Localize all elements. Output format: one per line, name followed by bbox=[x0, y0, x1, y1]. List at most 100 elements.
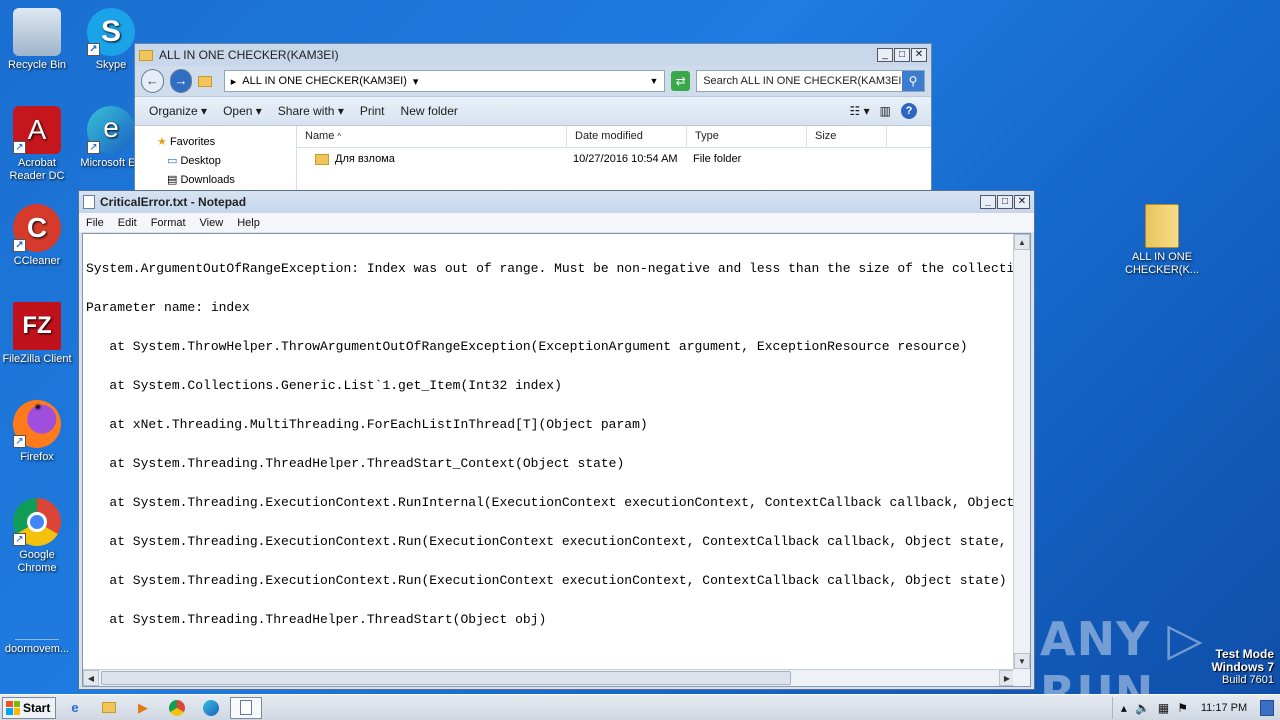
table-row[interactable]: Для взлома 10/27/2016 10:54 AM File fold… bbox=[297, 148, 931, 170]
network-icon[interactable]: ▦ bbox=[1158, 701, 1169, 715]
breadcrumb: ALL IN ONE CHECKER(KAM3EI) bbox=[242, 75, 407, 87]
scroll-thumb[interactable] bbox=[101, 671, 791, 685]
system-tray: ▴ 🔈 ▦ ⚑ 11:17 PM bbox=[1111, 696, 1280, 719]
scroll-up-icon[interactable]: ▲ bbox=[1014, 234, 1030, 250]
maximize-button[interactable]: □ bbox=[997, 195, 1013, 209]
nav-item-desktop[interactable]: ▭ Desktop bbox=[135, 151, 296, 170]
text-line: at System.Threading.ExecutionContext.Run… bbox=[86, 573, 1007, 588]
scroll-left-icon[interactable]: ◀ bbox=[83, 670, 99, 686]
desktop-icon-chrome[interactable]: ↗ Google Chrome bbox=[0, 498, 74, 575]
search-icon[interactable]: ⚲ bbox=[901, 71, 924, 91]
shortcut-arrow-icon: ↗ bbox=[87, 141, 100, 154]
share-with-button[interactable]: Share with ▾ bbox=[278, 104, 344, 118]
windows-logo-icon bbox=[6, 700, 20, 715]
desktop-icon-firefox[interactable]: ● ↗ Firefox bbox=[0, 400, 74, 464]
column-header-size[interactable]: Size bbox=[807, 126, 887, 147]
windows-version-line: Windows 7 bbox=[1211, 660, 1274, 674]
vertical-scrollbar[interactable]: ▲ ▼ bbox=[1013, 234, 1030, 669]
menu-help[interactable]: Help bbox=[237, 217, 260, 229]
navigation-pane[interactable]: ★ Favorites ▭ Desktop ▤ Downloads bbox=[135, 126, 297, 192]
horizontal-scrollbar[interactable]: ◀ ▶ bbox=[83, 669, 1015, 686]
preview-pane-icon[interactable]: ▥ bbox=[880, 104, 891, 118]
column-header-type[interactable]: Type bbox=[687, 126, 807, 147]
taskbar-explorer-icon[interactable] bbox=[94, 697, 124, 719]
desktop-icon-label: Acrobat Reader DC bbox=[9, 157, 65, 182]
menu-format[interactable]: Format bbox=[151, 217, 186, 229]
help-icon[interactable]: ? bbox=[901, 103, 917, 119]
taskbar-ie-icon[interactable]: e bbox=[60, 697, 90, 719]
explorer-window[interactable]: ALL IN ONE CHECKER(KAM3EI) _ □ ✕ ← → ▸ A… bbox=[134, 43, 932, 193]
desktop-icon-label: Recycle Bin bbox=[7, 59, 67, 71]
refresh-button[interactable]: ⇄ bbox=[671, 71, 691, 91]
nav-label: Desktop bbox=[180, 155, 221, 167]
text-line: at System.Collections.Generic.List`1.get… bbox=[86, 378, 562, 393]
search-input[interactable]: Search ALL IN ONE CHECKER(KAM3EI) ⚲ bbox=[696, 70, 925, 92]
explorer-titlebar[interactable]: ALL IN ONE CHECKER(KAM3EI) _ □ ✕ bbox=[135, 44, 931, 66]
menu-file[interactable]: File bbox=[86, 217, 104, 229]
column-header-name[interactable]: Name ^ bbox=[297, 126, 567, 147]
nav-label: Downloads bbox=[180, 174, 235, 186]
desktop-icon-label: Google Chrome bbox=[17, 549, 57, 574]
view-options-icon[interactable]: ☷ ▾ bbox=[850, 104, 870, 118]
text-line: Parameter name: index bbox=[86, 300, 250, 315]
desktop-icon-filezilla[interactable]: FZ FileZilla Client bbox=[0, 302, 74, 366]
desktop-icon-acrobat[interactable]: A ↗ Acrobat Reader DC bbox=[0, 106, 74, 183]
minimize-button[interactable]: _ bbox=[877, 48, 893, 62]
close-button[interactable]: ✕ bbox=[1014, 195, 1030, 209]
desktop-icon-checker-folder[interactable]: ALL IN ONE CHECKER(K... bbox=[1124, 204, 1200, 277]
shortcut-arrow-icon: ↗ bbox=[13, 141, 26, 154]
taskbar-edge-icon[interactable] bbox=[196, 697, 226, 719]
minimize-button[interactable]: _ bbox=[980, 195, 996, 209]
menu-edit[interactable]: Edit bbox=[118, 217, 137, 229]
desktop-icon-doornovem[interactable]: doornovem... bbox=[0, 604, 74, 656]
window-title: CriticalError.txt - Notepad bbox=[100, 195, 247, 209]
build-line: Build 7601 bbox=[1222, 674, 1274, 686]
sort-arrow-icon: ^ bbox=[337, 132, 342, 141]
clock[interactable]: 11:17 PM bbox=[1196, 702, 1252, 714]
text-line: at System.Threading.ExecutionContext.Run… bbox=[109, 534, 1007, 549]
print-button[interactable]: Print bbox=[360, 104, 385, 118]
nav-item-favorites[interactable]: ★ Favorites bbox=[135, 132, 296, 151]
open-label: Open bbox=[223, 104, 253, 118]
organize-label: Organize bbox=[149, 104, 198, 118]
organize-button[interactable]: Organize ▾ bbox=[149, 104, 207, 118]
desktop-icon-recycle-bin[interactable]: Recycle Bin bbox=[0, 8, 74, 72]
address-bar[interactable]: ▸ ALL IN ONE CHECKER(KAM3EI) ▾ ▼ bbox=[223, 70, 666, 92]
edge-icon: e ↗ bbox=[87, 106, 135, 154]
taskbar-media-player-icon[interactable]: ▶ bbox=[128, 697, 158, 719]
column-header-date[interactable]: Date modified bbox=[567, 126, 687, 147]
folder-icon bbox=[315, 153, 329, 165]
action-center-flag-icon[interactable]: ⚑ bbox=[1177, 701, 1188, 715]
nav-item-downloads[interactable]: ▤ Downloads bbox=[135, 170, 296, 189]
notepad-titlebar[interactable]: CriticalError.txt - Notepad _ □ ✕ bbox=[79, 191, 1034, 213]
close-button[interactable]: ✕ bbox=[911, 48, 927, 62]
maximize-button[interactable]: □ bbox=[894, 48, 910, 62]
taskbar-chrome-icon[interactable] bbox=[162, 697, 192, 719]
notepad-window[interactable]: CriticalError.txt - Notepad _ □ ✕ File E… bbox=[78, 190, 1035, 690]
text-editor[interactable]: System.ArgumentOutOfRangeException: Inde… bbox=[82, 233, 1031, 687]
resize-grip-icon[interactable] bbox=[1013, 669, 1030, 686]
folder-icon bbox=[102, 702, 116, 713]
back-button[interactable]: ← bbox=[141, 69, 164, 93]
desktop-icon-label: Firefox bbox=[20, 451, 54, 463]
menu-bar: File Edit Format View Help bbox=[79, 213, 1034, 232]
scroll-down-icon[interactable]: ▼ bbox=[1014, 653, 1030, 669]
text-content[interactable]: System.ArgumentOutOfRangeException: Inde… bbox=[83, 234, 1014, 668]
address-dropdown-icon[interactable]: ▼ bbox=[649, 76, 658, 86]
tray-arrow-icon[interactable]: ▴ bbox=[1121, 701, 1127, 715]
start-button[interactable]: Start bbox=[2, 696, 56, 719]
file-list[interactable]: Name ^ Date modified Type Size Для взлом… bbox=[297, 126, 931, 192]
window-title: ALL IN ONE CHECKER(KAM3EI) bbox=[159, 48, 339, 62]
chrome-icon: ↗ bbox=[13, 498, 61, 546]
taskbar-notepad-icon[interactable] bbox=[230, 696, 262, 719]
share-with-label: Share with bbox=[277, 104, 335, 118]
forward-button[interactable]: → bbox=[169, 69, 193, 93]
open-button[interactable]: Open ▾ bbox=[223, 104, 262, 118]
desktop-icon-ccleaner[interactable]: C ↗ CCleaner bbox=[0, 204, 74, 268]
menu-view[interactable]: View bbox=[200, 217, 224, 229]
test-mode-label: Test Mode Windows 7 Build 7601 bbox=[1211, 648, 1274, 687]
folder-icon bbox=[1145, 204, 1179, 248]
volume-icon[interactable]: 🔈 bbox=[1135, 701, 1150, 715]
new-folder-button[interactable]: New folder bbox=[401, 104, 458, 118]
show-desktop-button[interactable] bbox=[1260, 699, 1274, 716]
